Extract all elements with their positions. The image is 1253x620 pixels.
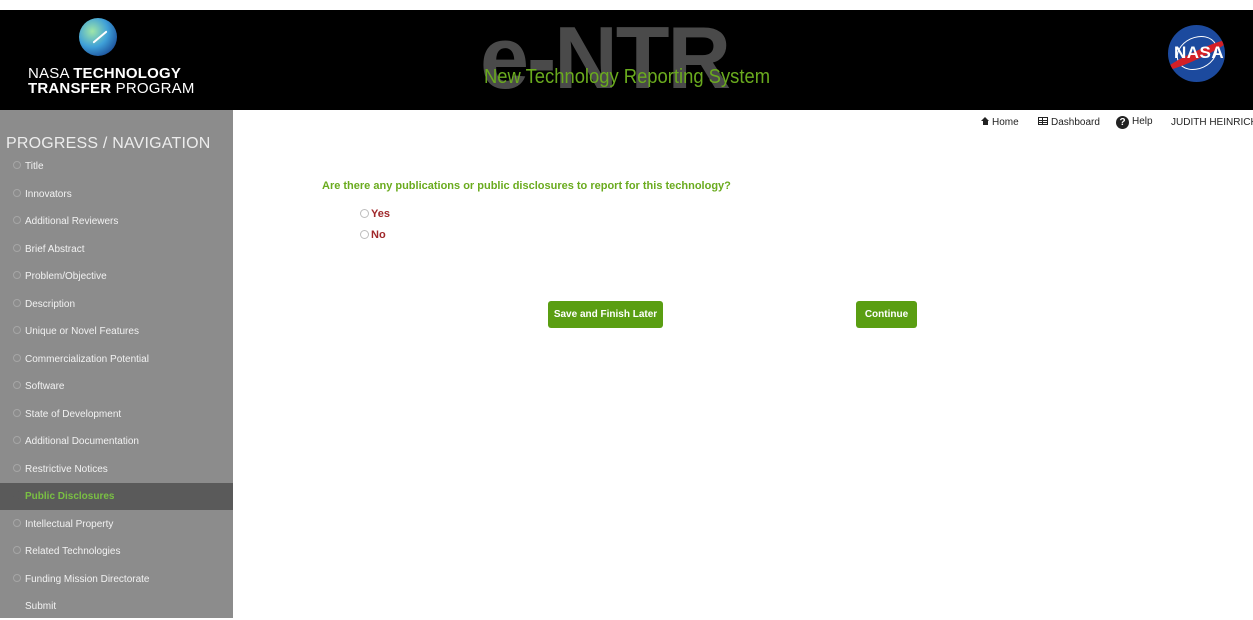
nasa-technology-transfer-logo[interactable]: NASA TECHNOLOGY TRANSFER PROGRAM (28, 66, 195, 96)
option-no[interactable]: No (360, 229, 386, 241)
sidebar-item-public-disclosures[interactable]: Public Disclosures (0, 483, 233, 510)
site-header: NASA TECHNOLOGY TRANSFER PROGRAM e-NTR N… (0, 10, 1253, 110)
nav-status-circle-icon (13, 491, 21, 500)
sidebar-item-label: Restrictive Notices (25, 463, 108, 475)
sidebar-item-additional-reviewers[interactable]: Additional Reviewers (0, 208, 233, 235)
disclosure-question: Are there any publications or public dis… (322, 180, 731, 192)
sidebar-item-innovators[interactable]: Innovators (0, 181, 233, 208)
nav-status-circle-icon (13, 381, 21, 390)
nav-status-circle-icon (13, 298, 21, 307)
sidebar-item-title[interactable]: Title (0, 153, 233, 180)
sidebar-item-problem-objective[interactable]: Problem/Objective (0, 263, 233, 290)
user-menu[interactable]: JUDITH HEINRICH (1171, 117, 1253, 128)
sidebar-item-label: Public Disclosures (25, 491, 115, 502)
help-link[interactable]: ? Help (1116, 115, 1153, 129)
nav-status-circle-icon (13, 353, 21, 362)
sidebar-item-label: Submit (25, 601, 57, 612)
sidebar-item-label: Commercialization Potential (25, 353, 149, 365)
nasa-meatball-logo[interactable]: NASA (1168, 25, 1225, 82)
sidebar-item-label: Intellectual Property (25, 518, 114, 530)
home-icon (981, 117, 989, 125)
nav-status-circle-icon (13, 463, 21, 472)
sidebar-item-funding-mission-directorate[interactable]: Funding Mission Directorate (0, 566, 233, 593)
continue-button[interactable]: Continue (856, 301, 917, 328)
home-link[interactable]: Home (981, 117, 1019, 128)
sidebar-item-label: Software (25, 381, 65, 392)
nav-status-circle-icon (13, 408, 21, 417)
sidebar-item-restrictive-notices[interactable]: Restrictive Notices (0, 456, 233, 483)
sidebar-item-label: Brief Abstract (25, 243, 85, 255)
globe-streak-icon (92, 30, 108, 44)
sidebar-item-commercialization-potential[interactable]: Commercialization Potential (0, 346, 233, 373)
sidebar-item-label: Additional Documentation (25, 436, 139, 447)
sidebar-item-label: State of Development (25, 408, 122, 420)
save-and-finish-later-button[interactable]: Save and Finish Later (548, 301, 663, 328)
nav-status-circle-icon (13, 216, 21, 225)
sidebar-item-related-technologies[interactable]: Related Technologies (0, 538, 233, 565)
sidebar-item-unique-or-novel-features[interactable]: Unique or Novel Features (0, 318, 233, 345)
sidebar-item-description[interactable]: Description (0, 291, 233, 318)
sidebar-item-label: Innovators (25, 188, 72, 200)
sidebar-item-label: Funding Mission Directorate (25, 573, 150, 585)
dashboard-link[interactable]: Dashboard (1038, 117, 1100, 128)
nav-status-circle-icon (13, 573, 21, 582)
dashboard-icon (1038, 117, 1048, 125)
sidebar-item-brief-abstract[interactable]: Brief Abstract (0, 236, 233, 263)
nasa-wordmark: NASA (1174, 43, 1225, 62)
logo-line-1: NASA TECHNOLOGY (28, 65, 182, 82)
nav-status-circle-icon (13, 188, 21, 197)
option-yes[interactable]: Yes (360, 208, 390, 220)
sidebar-item-label: Description (25, 298, 76, 310)
sidebar-item-label: Unique or Novel Features (25, 326, 139, 337)
nasa-technology-transfer-globe-icon[interactable] (79, 18, 117, 56)
sidebar-item-submit[interactable]: Submit (0, 593, 233, 620)
nav-status-circle-icon (13, 436, 21, 445)
sidebar-item-label: Problem/Objective (25, 271, 107, 282)
nav-status-circle-icon (13, 161, 21, 170)
nav-status-circle-icon (13, 326, 21, 335)
nav-status-circle-icon (13, 546, 21, 555)
sidebar-item-additional-documentation[interactable]: Additional Documentation (0, 428, 233, 455)
nav-status-circle-icon (13, 271, 21, 280)
sidebar-item-intellectual-property[interactable]: Intellectual Property (0, 511, 233, 538)
radio-yes[interactable] (360, 208, 369, 218)
help-icon: ? (1116, 116, 1129, 129)
brand-subtitle: New Technology Reporting System (484, 66, 771, 88)
sidebar-item-label: Related Technologies (25, 546, 121, 557)
nav-status-circle-icon (13, 518, 21, 527)
nav-status-circle-icon (13, 243, 21, 252)
sidebar-title: PROGRESS / NAVIGATION (6, 135, 211, 152)
sidebar-item-state-of-development[interactable]: State of Development (0, 401, 233, 428)
radio-no[interactable] (360, 229, 369, 239)
entr-brand-logo[interactable]: e-NTR New Technology Reporting System (480, 10, 780, 110)
logo-line-2: TRANSFER PROGRAM (28, 80, 195, 97)
sidebar-item-label: Additional Reviewers (25, 216, 119, 227)
sidebar-item-software[interactable]: Software (0, 373, 233, 400)
top-nav: Home Dashboard ? Help JUDITH HEINRICH (0, 115, 1253, 133)
sidebar-item-label: Title (25, 161, 44, 172)
